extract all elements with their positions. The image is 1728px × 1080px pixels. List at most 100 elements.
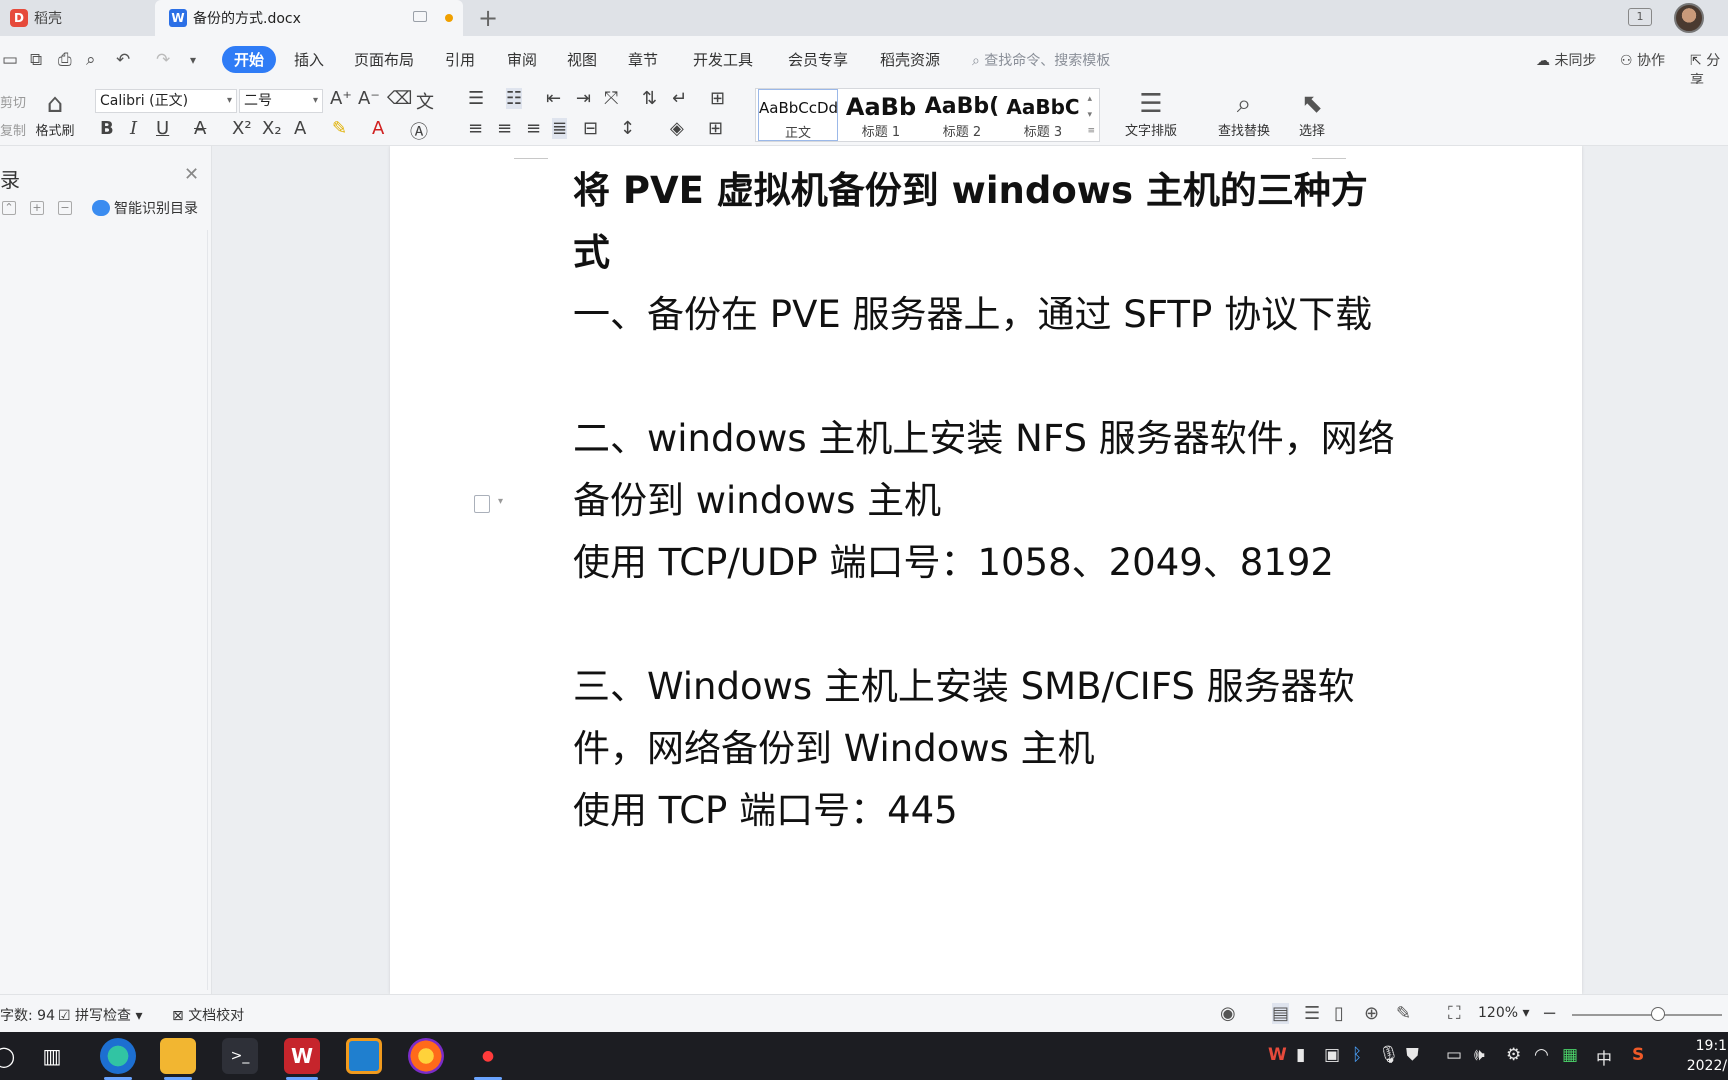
font-color-icon[interactable]: A [372,118,384,139]
zoom-out-icon[interactable]: − [1542,1003,1557,1024]
text-effect-icon[interactable]: A [294,118,306,139]
clear-format-icon[interactable]: ⌫ [387,88,412,109]
doc-line-2[interactable]: 二、windows 主机上安装 NFS 服务器软件，网络备份到 windows … [573,408,1403,532]
menu-section[interactable]: 章节 [628,49,658,70]
undo-icon[interactable]: ↶ [116,50,130,70]
menu-member[interactable]: 会员专享 [788,49,848,70]
menu-home[interactable]: 开始 [222,46,277,73]
microphone-icon[interactable]: 🎙 [1378,1045,1400,1065]
menu-review[interactable]: 审阅 [507,49,537,70]
avatar[interactable] [1674,3,1704,33]
chinese-layout-icon[interactable]: ⤧ [604,88,618,109]
print-preview-icon[interactable]: ⌕ [86,50,96,70]
toc-list[interactable] [0,230,208,990]
start-icon[interactable]: ◯ [0,1038,22,1074]
recorder-icon[interactable]: ● [470,1038,506,1074]
display-tray-icon[interactable]: ▣ [1324,1045,1340,1065]
menu-references[interactable]: 引用 [445,49,475,70]
window-count-badge[interactable]: 1 [1628,8,1652,26]
style-heading-1[interactable]: AaBb 标题 1 [841,89,921,141]
command-search[interactable]: ⌕ 查找命令、搜索模板 [972,50,1110,70]
doc-line-3[interactable]: 使用 TCP/UDP 端口号：1058、2049、8192 [573,532,1403,594]
align-center-icon[interactable]: ≡ [497,118,512,139]
eye-icon[interactable]: ◉ [1220,1003,1236,1024]
menu-view[interactable]: 视图 [567,49,597,70]
format-painter-button[interactable]: ⌂ 格式刷 [30,88,80,139]
quick-access-more-icon[interactable]: ▾ [190,53,196,67]
strikethrough-icon[interactable]: A [194,118,206,139]
export-icon[interactable]: ⧉ [30,50,42,70]
copy-button[interactable]: 复制 [0,120,26,139]
align-left-icon[interactable]: ≡ [468,118,483,139]
font-name-select[interactable]: Calibri (正文) ▾ [95,89,237,113]
sort-icon[interactable]: ⇅ [642,88,657,109]
line-spacing-icon[interactable]: ↕ [620,118,635,139]
find-replace-button[interactable]: ⌕ 查找替换 [1208,88,1280,139]
tab-home[interactable]: D 稻壳 [0,0,155,36]
redo-icon[interactable]: ↷ [156,50,170,70]
menu-insert[interactable]: 插入 [294,49,324,70]
underline-icon[interactable]: U [156,118,169,139]
expand-icon[interactable]: + [30,201,44,215]
ime-indicator[interactable]: 中 [1596,1045,1612,1069]
show-marks-icon[interactable]: ↵ [672,88,687,109]
outline-view-icon[interactable]: ☰ [1304,1003,1320,1024]
doc-line-4[interactable]: 三、Windows 主机上安装 SMB/CIFS 服务器软件，网络备份到 Win… [573,656,1403,780]
subscript-icon[interactable]: X₂ [262,118,282,139]
security-tray-icon[interactable]: ⛊ [1406,1045,1419,1065]
zoom-level[interactable]: 120% ▾ [1478,1005,1530,1021]
task-view-icon[interactable]: ▥ [34,1038,70,1074]
network-tray-icon[interactable]: ▦ [1562,1045,1578,1065]
web-view-icon[interactable]: ⊕ [1364,1003,1379,1024]
page-view-icon[interactable]: ▤ [1272,1003,1290,1024]
style-normal[interactable]: AaBbCcDd 正文 [758,89,838,141]
menu-docer-resources[interactable]: 稻壳资源 [880,49,940,70]
increase-indent-icon[interactable]: ⇥ [576,88,591,109]
cut-button[interactable]: 剪切 [0,92,26,111]
word-count[interactable]: 字数: 94 [0,1005,55,1025]
wifi-icon[interactable]: ◠ [1534,1045,1549,1065]
edge-icon[interactable] [100,1038,136,1074]
remove-icon[interactable]: − [58,201,72,215]
bluetooth-icon[interactable]: ᛒ [1352,1045,1362,1065]
menu-page-layout[interactable]: 页面布局 [354,49,414,70]
font-size-select[interactable]: 二号 ▾ [239,89,323,113]
italic-icon[interactable]: I [130,118,137,139]
print-icon[interactable]: ⎙ [58,50,72,70]
borders-icon[interactable]: ⊞ [708,118,723,139]
spell-check-button[interactable]: ☑ 拼写检查 ▾ [58,1005,143,1025]
blank-line[interactable] [573,594,1403,656]
new-tab-button[interactable]: + [478,4,498,32]
shading-icon[interactable]: ◈ [670,118,684,139]
vmware-icon[interactable] [346,1038,382,1074]
collapse-icon[interactable]: ⌃ [2,201,16,215]
select-button[interactable]: ⬉ 选择 [1290,88,1334,139]
smart-toc-button[interactable]: 智能识别目录 [92,198,198,218]
text-layout-button[interactable]: ☰ 文字排版 [1116,88,1186,139]
bookmark-tray-icon[interactable]: ▮ [1296,1045,1305,1065]
file-explorer-icon[interactable] [160,1038,196,1074]
tray-app-icon[interactable]: ⚙ [1506,1045,1521,1065]
doc-line-1[interactable]: 一、备份在 PVE 服务器上，通过 SFTP 协议下载 [573,284,1403,346]
phonetic-icon[interactable]: 文 [416,88,434,114]
sogou-ime-icon[interactable]: S [1632,1045,1644,1065]
reading-view-icon[interactable]: ▯ [1334,1003,1344,1024]
bullet-list-icon[interactable]: ☰ [468,88,484,109]
zoom-slider[interactable] [1572,1014,1722,1016]
save-icon[interactable]: ▭ [2,50,18,70]
firefox-icon[interactable] [408,1038,444,1074]
close-icon[interactable]: ✕ [184,164,199,185]
doc-line-5[interactable]: 使用 TCP 端口号：445 [573,780,1403,842]
justify-icon[interactable]: ≣ [552,118,568,139]
superscript-icon[interactable]: X² [232,118,252,139]
chevron-down-icon[interactable]: ▾ [498,496,503,507]
wps-tray-icon[interactable]: W [1268,1045,1287,1065]
style-heading-3[interactable]: AaBbC 标题 3 [1003,89,1083,141]
terminal-icon[interactable]: >_ [222,1038,258,1074]
wps-icon[interactable]: W [284,1038,320,1074]
distribute-icon[interactable]: ⊟ [583,118,598,139]
tab-stops-icon[interactable]: ⊞ [710,88,725,109]
battery-icon[interactable]: ▭ [1446,1045,1462,1065]
doc-proof-button[interactable]: ⊠ 文档校对 [172,1005,244,1025]
paragraph-handle-icon[interactable] [474,495,490,513]
